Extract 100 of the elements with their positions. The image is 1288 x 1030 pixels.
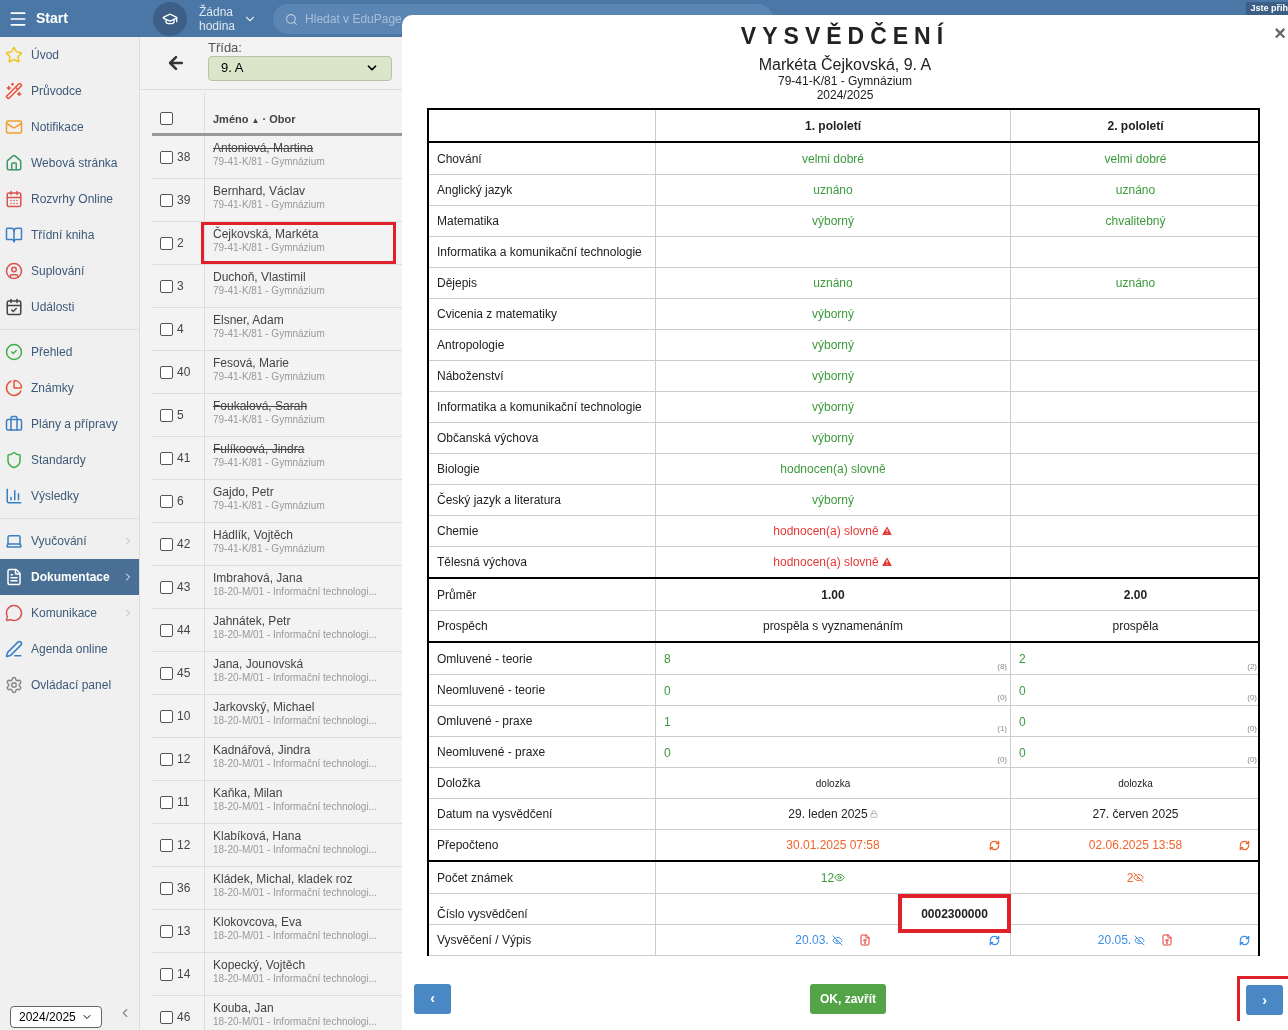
student-number: 39 [177,192,191,209]
student-program: 79-41-K/81 - Gymnázium [213,155,326,168]
student-number: 13 [177,923,191,940]
summary-value: prospěla s vyznamenáním [762,618,904,635]
student-program: 18-20-M/01 - Informační technologi... [213,972,378,985]
student-number: 3 [177,278,184,295]
row-label: Informatika a komunikační technologie [437,399,642,416]
grade-value: výborný [812,492,854,509]
grade-value: uznáno [813,275,853,292]
row-label: Průměr [437,586,477,604]
student-program: 18-20-M/01 - Informační technologi... [213,714,378,727]
student-number: 36 [177,880,191,897]
column-header: 2. pololetí [1107,117,1164,135]
student-name: Kládek, Michal, kladek roz [213,872,354,886]
recalculated-time: 30.01.2025 07:58 [786,837,880,854]
grade-value: výborný [812,399,854,416]
student-program: 18-20-M/01 - Informační technologi... [213,886,378,899]
row-label: Chemie [437,523,479,540]
grade-value: výborný [812,213,854,230]
certificate-date: 29. leden 2025 [788,806,868,823]
student-program: 79-41-K/81 - Gymnázium [213,198,326,211]
absence-total: (0) [1247,723,1257,735]
row-label: Prospěch [437,618,488,635]
row-label: Informatika a komunikační technologie [437,244,642,261]
student-program: 79-41-K/81 - Gymnázium [213,542,326,555]
row-label: Vysvěčení / Výpis [437,932,532,949]
grade-count: 2 [1126,869,1134,887]
student-name: Gajdo, Petr [213,485,275,499]
absence-total: (0) [997,692,1007,704]
absence-count: 8 [664,651,671,668]
student-number: 6 [177,493,184,510]
student-number: 45 [177,665,191,682]
student-program: 18-20-M/01 - Informační technologi... [213,1015,378,1028]
grade-value: chvalitebný [1105,213,1166,230]
student-number: 2 [177,235,184,252]
student-number: 14 [177,966,191,983]
student-name: Klabíková, Hana [213,829,303,843]
row-label: Český jazyk a literatura [437,491,562,509]
summary-value: 2.00 [1123,586,1148,604]
absence-count: 0 [1019,714,1026,731]
school-year-text: 2024/2025 [816,88,874,102]
row-label: Dějepis [437,275,478,292]
row-label: Náboženství [437,368,504,385]
absence-count: 0 [1019,683,1026,700]
student-program: 79-41-K/81 - Gymnázium [213,284,326,297]
summary-value: 1.00 [821,586,845,604]
student-number: 41 [177,450,191,467]
grade-warning: hodnocen(a) slovně [773,553,893,571]
student-number: 4 [177,321,184,338]
student-program: 18-20-M/01 - Informační technologi... [213,757,378,770]
grade-value: velmi dobré [802,150,864,168]
grade-value: hodnocen(a) slovně [780,461,886,478]
row-label: Anglický jazyk [437,182,513,199]
student-number: 42 [177,536,191,553]
row-label: Antropologie [437,337,505,354]
student-number: 12 [177,837,191,854]
student-name: Klokovcova, Eva [213,915,303,929]
student-name: Jahnátek, Petr [213,614,292,628]
student-name: Jana, Jounovská [213,657,305,671]
student-name: Kouba, Jan [213,1001,275,1015]
grade-value: výborný [812,430,854,447]
student-name: Imbrahová, Jana [213,571,304,585]
grade-value: uznáno [1115,182,1156,199]
grade-value: výborný [812,368,854,385]
student-number: 11 [177,794,190,811]
grade-value: velmi dobré [1104,150,1167,168]
row-label: Chování [437,150,482,168]
row-label: Číslo vysvědčení [437,905,528,923]
student-name: Elsner, Adam [213,313,285,327]
student-name: Jarkovský, Michael [213,700,316,714]
absence-count: 0 [1019,745,1026,762]
grade-value: výborný [812,306,854,323]
student-name: Duchoň, Vlastimil [213,270,307,284]
student-program: 18-20-M/01 - Informační technologi... [213,929,378,942]
student-program: 18-20-M/01 - Informační technologi... [213,843,378,856]
note-text: dolozka [815,776,851,791]
student-name: Kaňka, Milan [213,786,284,800]
student-program: 79-41-K/81 - Gymnázium [213,370,326,383]
row-label: Tělesná výchova [437,554,528,571]
grade-value: výborný [812,337,854,354]
row-label: Datum na vysvědčení [437,806,553,823]
grade-value: uznáno [813,182,853,199]
row-label: Počet známek [437,869,514,887]
absence-total: (8) [997,661,1007,673]
student-program: 18-20-M/01 - Informační technologi... [213,585,378,598]
summary-value: prospěla [1112,618,1159,635]
student-name: Kadnářová, Jindra [213,743,312,757]
student-number: 12 [177,751,191,768]
grade-count: 12 [820,869,835,887]
student-number: 40 [177,364,191,381]
student-program-text: 79-41-K/81 - Gymnázium [777,74,913,88]
student-number: 10 [177,708,191,725]
absence-total: (0) [997,754,1007,766]
certificate-number: 0002300000 [898,894,1011,933]
row-label: Omluvené - praxe [437,713,533,730]
absence-count: 2 [1019,651,1026,668]
row-label: Matematika [437,213,500,230]
grade-warning: hodnocen(a) slovně [773,522,893,540]
student-number: 5 [177,407,184,424]
row-label: Cvicenia z matematiky [437,306,558,323]
